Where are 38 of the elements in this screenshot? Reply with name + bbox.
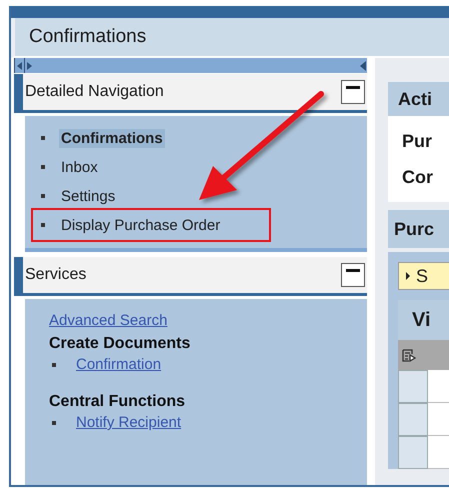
service-link[interactable]: Notify Recipient — [76, 414, 182, 431]
collapse-toggle-button[interactable] — [341, 263, 365, 287]
bullet-icon — [52, 420, 56, 424]
navigation-item[interactable]: Settings — [59, 186, 118, 206]
left-arrow-icon — [17, 62, 22, 70]
collapse-toggle-button[interactable] — [341, 80, 365, 104]
navigation-item[interactable]: Display Purchase Order — [59, 216, 222, 234]
row-selector[interactable] — [398, 370, 428, 403]
advanced-search-link[interactable]: Advanced Search — [49, 312, 367, 329]
scroll-right-button[interactable] — [24, 58, 34, 73]
group-title: Central Functions — [49, 393, 186, 411]
service-link[interactable]: Confirmation — [76, 356, 162, 373]
table-title: Vi — [412, 308, 431, 332]
button-label: S — [416, 266, 428, 286]
collapse-panel-button[interactable] — [359, 58, 367, 73]
bullet-icon — [41, 136, 45, 140]
panel-title: Detailed Navigation — [24, 83, 164, 101]
right-arrow-icon — [406, 272, 410, 280]
bullet-icon — [52, 362, 56, 366]
left-arrow-icon — [360, 60, 366, 70]
settings-icon — [402, 348, 416, 362]
navigation-item[interactable]: Inbox — [59, 158, 100, 176]
card-title: Acti — [398, 88, 432, 110]
card-text: Cor — [402, 166, 434, 189]
panel-title: Services — [24, 266, 86, 284]
bullet-icon — [41, 223, 45, 227]
row-selector[interactable] — [398, 403, 428, 436]
row-selector[interactable] — [398, 436, 428, 469]
bullet-icon — [41, 194, 45, 198]
navigation-item[interactable]: Confirmations — [59, 128, 165, 148]
expand-button[interactable]: S — [398, 262, 449, 290]
card-title: Purc — [394, 218, 434, 240]
scroll-left-button[interactable] — [14, 58, 24, 73]
right-arrow-icon — [27, 62, 32, 70]
group-title: Create Documents — [49, 335, 192, 353]
bullet-icon — [41, 165, 45, 169]
window-title: Confirmations — [28, 26, 146, 48]
card-text: Pur — [402, 130, 434, 153]
